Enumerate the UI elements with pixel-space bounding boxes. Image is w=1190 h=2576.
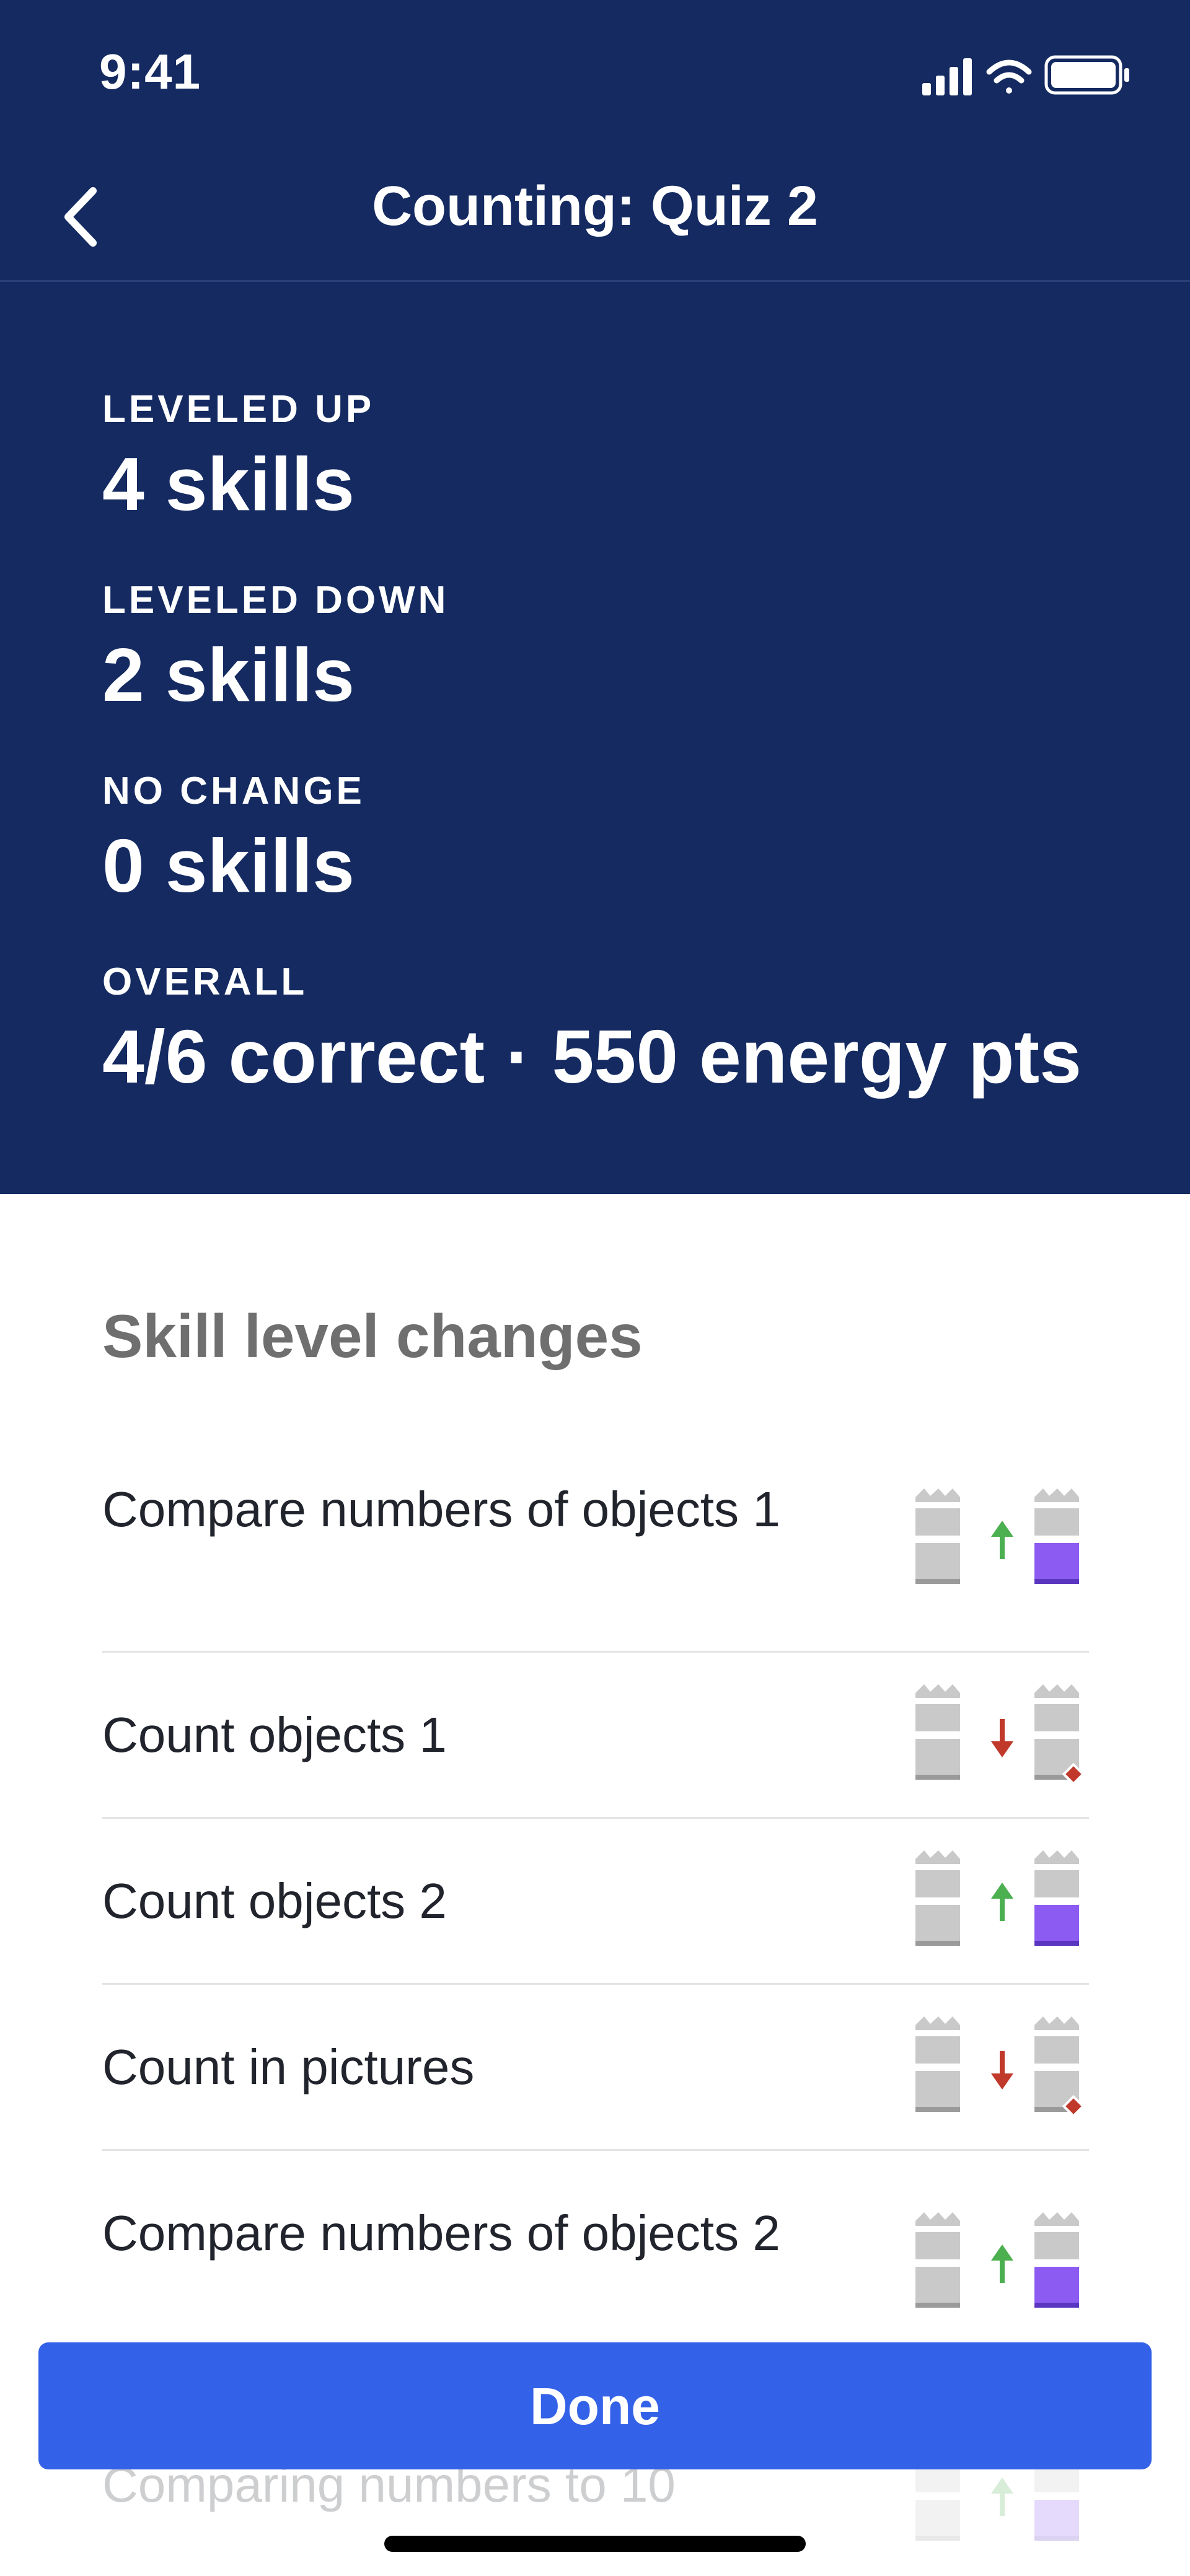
tower-block: [915, 1870, 960, 1897]
tower-block: [1034, 1870, 1079, 1897]
tower-block: [1034, 1704, 1079, 1731]
skill-row[interactable]: Count objects 2: [102, 1818, 1089, 1985]
tower-block: [915, 1905, 960, 1941]
stat-value: 4 skills: [102, 442, 355, 526]
skill-row[interactable]: Compare numbers of objects 2: [102, 2150, 1089, 2336]
tower-crown: [915, 1850, 960, 1864]
tower-block: [1034, 1543, 1079, 1579]
tower-crown: [915, 2016, 960, 2030]
tower-block: [915, 2036, 960, 2064]
done-button[interactable]: Done: [38, 2342, 1152, 2469]
tower-crown: [1034, 1488, 1079, 1502]
tower-crown: [1034, 2212, 1079, 2226]
tower-crown: [915, 2212, 960, 2226]
signal-icon: [922, 58, 972, 95]
tower-base: [915, 2536, 960, 2541]
tower-block: [915, 1543, 960, 1579]
skill-name: Compare numbers of objects 1: [102, 1482, 780, 1537]
level-down-icon: [915, 1684, 1085, 1786]
stat-label: OVERALL: [102, 961, 308, 1003]
stat-value: 2 skills: [102, 633, 355, 717]
tower-block: [1034, 2500, 1079, 2536]
arrow-head: [991, 2073, 1013, 2090]
stat-overall: OVERALL 4/6 correct · 550 energy pts: [102, 961, 1082, 1099]
stat-value: 4/6 correct · 550 energy pts: [102, 1014, 1082, 1099]
stat-label: NO CHANGE: [102, 770, 365, 812]
stat-leveled-down: LEVELED DOWN 2 skills: [102, 581, 449, 713]
status-time: 9:41: [99, 44, 201, 99]
level-up-icon: [915, 1850, 1079, 1946]
skill-row[interactable]: Compare numbers of objects 1: [102, 1469, 1089, 1653]
skill-name: Count objects 1: [102, 1707, 447, 1762]
tower-crown: [1034, 1684, 1079, 1698]
tower-base: [1034, 1941, 1079, 1946]
tower-base: [1034, 2303, 1079, 2308]
tower-crown: [1034, 2016, 1079, 2030]
nav-bar: Counting: Quiz 2: [0, 155, 1190, 279]
stat-no-change: NO CHANGE 0 skills: [102, 770, 365, 908]
skill-row[interactable]: Count in pictures: [102, 1984, 1089, 2151]
stat-label: LEVELED DOWN: [102, 579, 449, 622]
skill-name: Count objects 2: [102, 1873, 447, 1928]
skill-name: Compare numbers of objects 2: [102, 2205, 780, 2261]
nav-divider: [0, 280, 1190, 282]
stat-value: 0 skills: [102, 824, 355, 908]
tower-block: [915, 1739, 960, 1775]
tower-base: [915, 1941, 960, 1946]
tower-block: [1034, 1905, 1079, 1941]
stat-leveled-up: LEVELED UP 4 skills: [102, 390, 374, 522]
tower-crown: [1034, 1850, 1079, 1864]
status-icons: [922, 55, 1129, 95]
tower-base: [915, 2303, 960, 2308]
tower-block: [1034, 2036, 1079, 2064]
arrow-head: [991, 1883, 1013, 1899]
stat-label: LEVELED UP: [102, 388, 375, 431]
arrow-head: [991, 2477, 1013, 2494]
results-header: 9:41 Counting: Quiz 2 LEVELED UP 4 skill…: [0, 0, 1190, 1194]
level-down-icon: [915, 2016, 1085, 2118]
section-title: Skill level changes: [102, 1302, 643, 1370]
tower-base: [1034, 2536, 1079, 2541]
tower-base: [915, 1579, 960, 1584]
tower-crown: [915, 1488, 960, 1502]
tower-block: [1034, 2267, 1079, 2303]
tower-block: [915, 2267, 960, 2303]
home-indicator: [384, 2536, 806, 2552]
skill-name: Count in pictures: [102, 2039, 475, 2095]
wifi-icon: [986, 59, 1032, 94]
skill-row[interactable]: Count objects 1: [102, 1652, 1089, 1819]
tower-block: [915, 2071, 960, 2107]
page-title: Counting: Quiz 2: [372, 175, 818, 237]
battery-icon: [1044, 55, 1129, 95]
tower-crown: [915, 1684, 960, 1698]
tower-block: [915, 2232, 960, 2259]
arrow-head: [991, 1521, 1013, 1537]
status-bar: 9:41: [0, 0, 1190, 143]
arrow-head: [991, 2244, 1013, 2261]
tower-block: [915, 1704, 960, 1731]
tower-block: [915, 1508, 960, 1536]
level-up-icon: [915, 2212, 1079, 2308]
tower-block: [1034, 1508, 1079, 1536]
tower-base: [915, 2107, 960, 2112]
level-up-icon: [915, 1488, 1079, 1584]
arrow-head: [991, 1741, 1013, 1757]
tower-block: [915, 2500, 960, 2536]
tower-base: [915, 1775, 960, 1780]
tower-base: [1034, 1579, 1079, 1584]
tower-block: [1034, 2232, 1079, 2259]
